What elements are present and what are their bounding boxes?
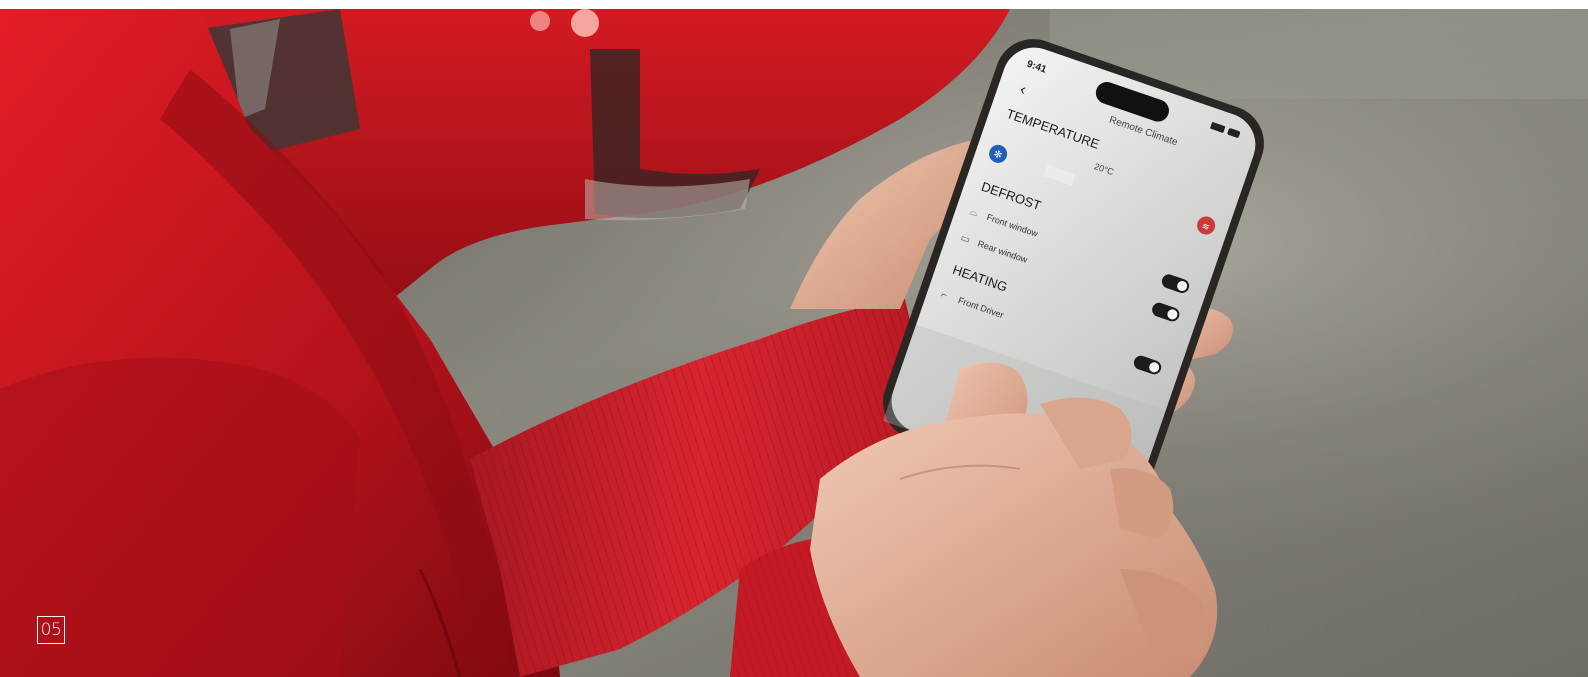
photo: 9:41 ‹ Remote Climate TEMPERATURE 20°C ✻…	[0, 9, 1588, 677]
top-bar	[0, 0, 1588, 9]
slide-number: 05	[37, 616, 65, 644]
page: 9:41 ‹ Remote Climate TEMPERATURE 20°C ✻…	[0, 0, 1588, 677]
